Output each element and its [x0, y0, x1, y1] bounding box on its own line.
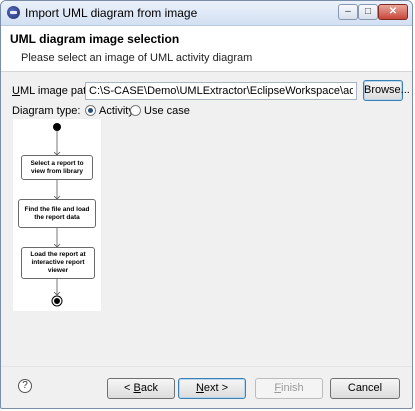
wizard-header: UML diagram image selection Please selec… — [1, 26, 412, 72]
finish-button-text: inish — [281, 382, 304, 394]
next-button[interactable]: Next > — [178, 378, 246, 399]
back-button-mnemonic: B — [133, 382, 141, 394]
footer-separator — [1, 366, 412, 367]
next-button-mnemonic: N — [195, 382, 204, 394]
title-bar: Import UML diagram from image – □ ✕ — [1, 1, 412, 26]
final-node — [51, 295, 63, 307]
page-title: UML diagram image selection — [10, 32, 180, 46]
minimize-button[interactable]: – — [338, 4, 358, 20]
eclipse-app-icon — [7, 6, 20, 19]
diagram-type-label: Diagram type: — [12, 105, 81, 117]
cancel-button[interactable]: Cancel — [330, 378, 400, 399]
use-case-radio[interactable] — [130, 105, 141, 116]
activity-radio[interactable] — [85, 105, 96, 116]
back-button-text: ack — [140, 382, 158, 394]
window-title: Import UML diagram from image — [25, 6, 198, 20]
activity-node: Load the report at interactive report vi… — [21, 247, 95, 279]
diagram-preview: Select a report to view from library Fin… — [13, 119, 101, 311]
maximize-button[interactable]: □ — [358, 4, 378, 20]
dialog-window: Import UML diagram from image – □ ✕ UML … — [0, 0, 413, 409]
back-button[interactable]: < Back — [107, 378, 175, 399]
page-description: Please select an image of UML activity d… — [21, 52, 253, 64]
close-button[interactable]: ✕ — [378, 4, 408, 20]
help-icon[interactable]: ? — [18, 379, 32, 393]
browse-button[interactable]: Browse... — [363, 80, 410, 101]
activity-node: Select a report to view from library — [21, 155, 93, 180]
next-button-text: ext > — [203, 382, 229, 394]
image-path-input[interactable] — [85, 82, 357, 100]
finish-button[interactable]: Finish — [255, 378, 323, 399]
activity-radio-label[interactable]: Activity — [99, 105, 134, 117]
image-path-label: UML image path: — [12, 85, 95, 97]
initial-node — [53, 123, 61, 131]
use-case-radio-label[interactable]: Use case — [144, 105, 190, 117]
image-path-label-mnemonic: U — [12, 85, 20, 97]
back-button-prefix: < — [124, 382, 134, 394]
activity-node: Find the file and load the report data — [18, 199, 96, 228]
